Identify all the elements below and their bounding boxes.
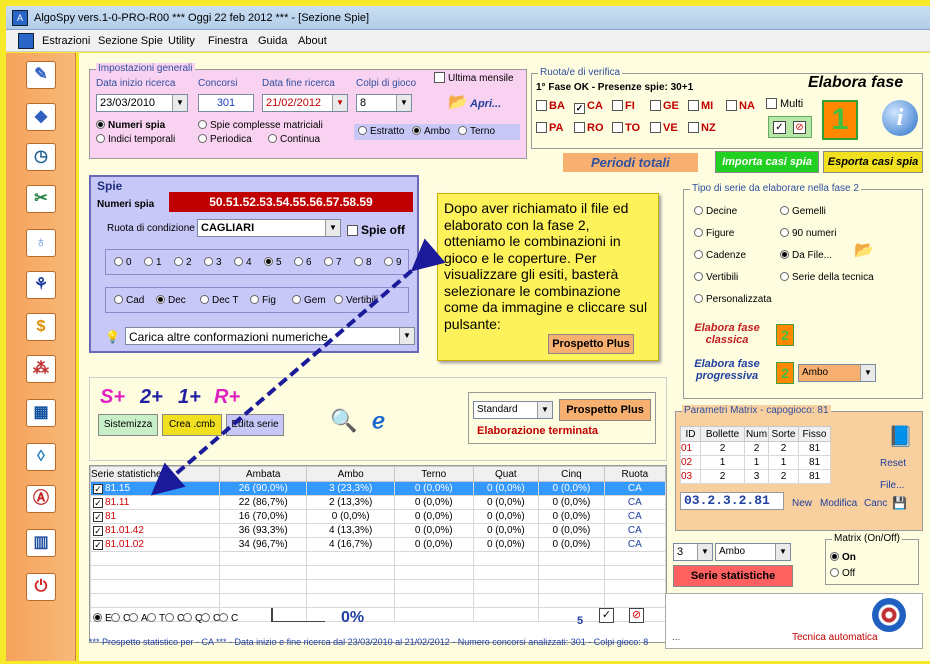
pointer-arrow — [150, 238, 446, 496]
app-window: A AlgoSpy vers.1-0-PRO-R00 *** Oggi 22 f… — [0, 0, 930, 661]
